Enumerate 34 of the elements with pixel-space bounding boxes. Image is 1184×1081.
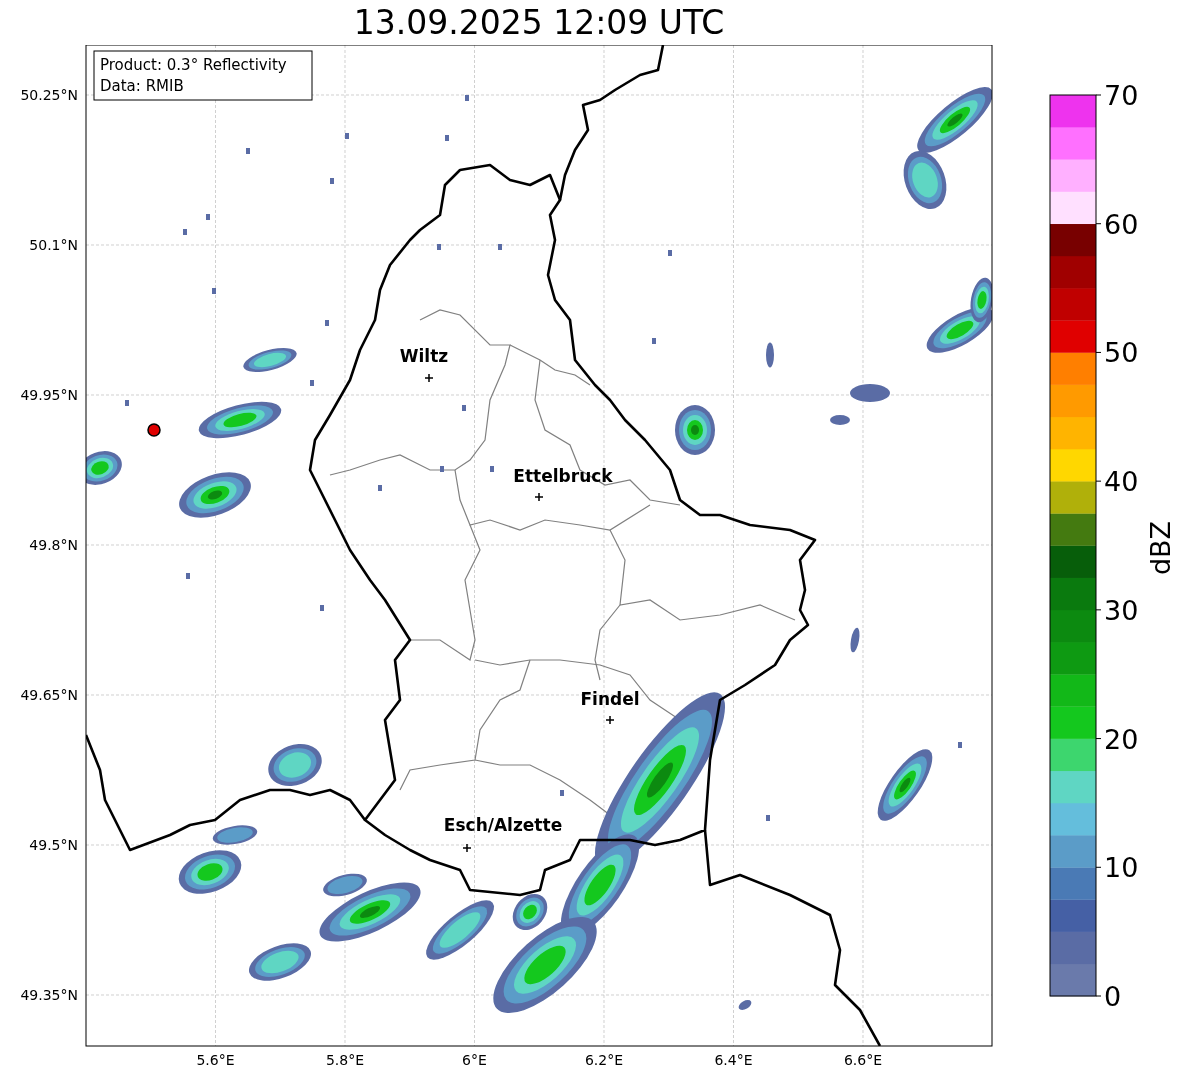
colorbar-tick-label: 0 xyxy=(1104,981,1122,1012)
x-tick-label: 5.8°E xyxy=(325,1052,365,1068)
city-label: Wiltz xyxy=(399,346,449,366)
colorbar-tick-label: 10 xyxy=(1104,852,1139,884)
city-label: Findel xyxy=(580,689,640,709)
city-marker-icon xyxy=(462,843,472,853)
x-tick-label: 6.6°E xyxy=(843,1052,883,1068)
y-tick-label: 49.65°N xyxy=(20,687,78,703)
colorbar-label: dBZ xyxy=(1145,520,1176,576)
y-tick-label: 50.1°N xyxy=(29,237,78,253)
city-label: Esch/Alzette xyxy=(443,815,563,835)
x-tick-label: 6°E xyxy=(462,1052,487,1068)
radar-site-marker xyxy=(147,423,161,437)
colorbar-tick-label: 20 xyxy=(1104,723,1139,755)
chart-title: 13.09.2025 12:09 UTC xyxy=(353,2,725,44)
y-tick-label: 49.5°N xyxy=(29,837,78,853)
y-tick-label: 49.35°N xyxy=(20,987,78,1003)
colorbar-tick-label: 70 xyxy=(1104,80,1139,111)
city-label: Ettelbruck xyxy=(513,466,613,486)
y-tick-label: 49.8°N xyxy=(29,537,78,553)
info-text: Data: RMIB xyxy=(100,77,184,95)
colorbar-tick-label: 60 xyxy=(1104,208,1139,240)
city-marker-icon xyxy=(534,492,544,502)
x-tick-label: 6.2°E xyxy=(584,1052,624,1068)
y-tick-label: 50.25°N xyxy=(20,87,78,103)
info-text: Product: 0.3° Reflectivity xyxy=(100,56,287,74)
colorbar-tick-label: 50 xyxy=(1104,337,1139,369)
city-marker-icon xyxy=(605,715,615,725)
x-tick-label: 6.4°E xyxy=(714,1052,753,1068)
city-marker-icon xyxy=(424,373,434,383)
y-tick-label: 49.95°N xyxy=(20,387,78,403)
colorbar-tick-label: 30 xyxy=(1104,594,1139,626)
colorbar-tick-label: 40 xyxy=(1104,466,1139,498)
x-tick-label: 5.6°E xyxy=(196,1052,235,1068)
